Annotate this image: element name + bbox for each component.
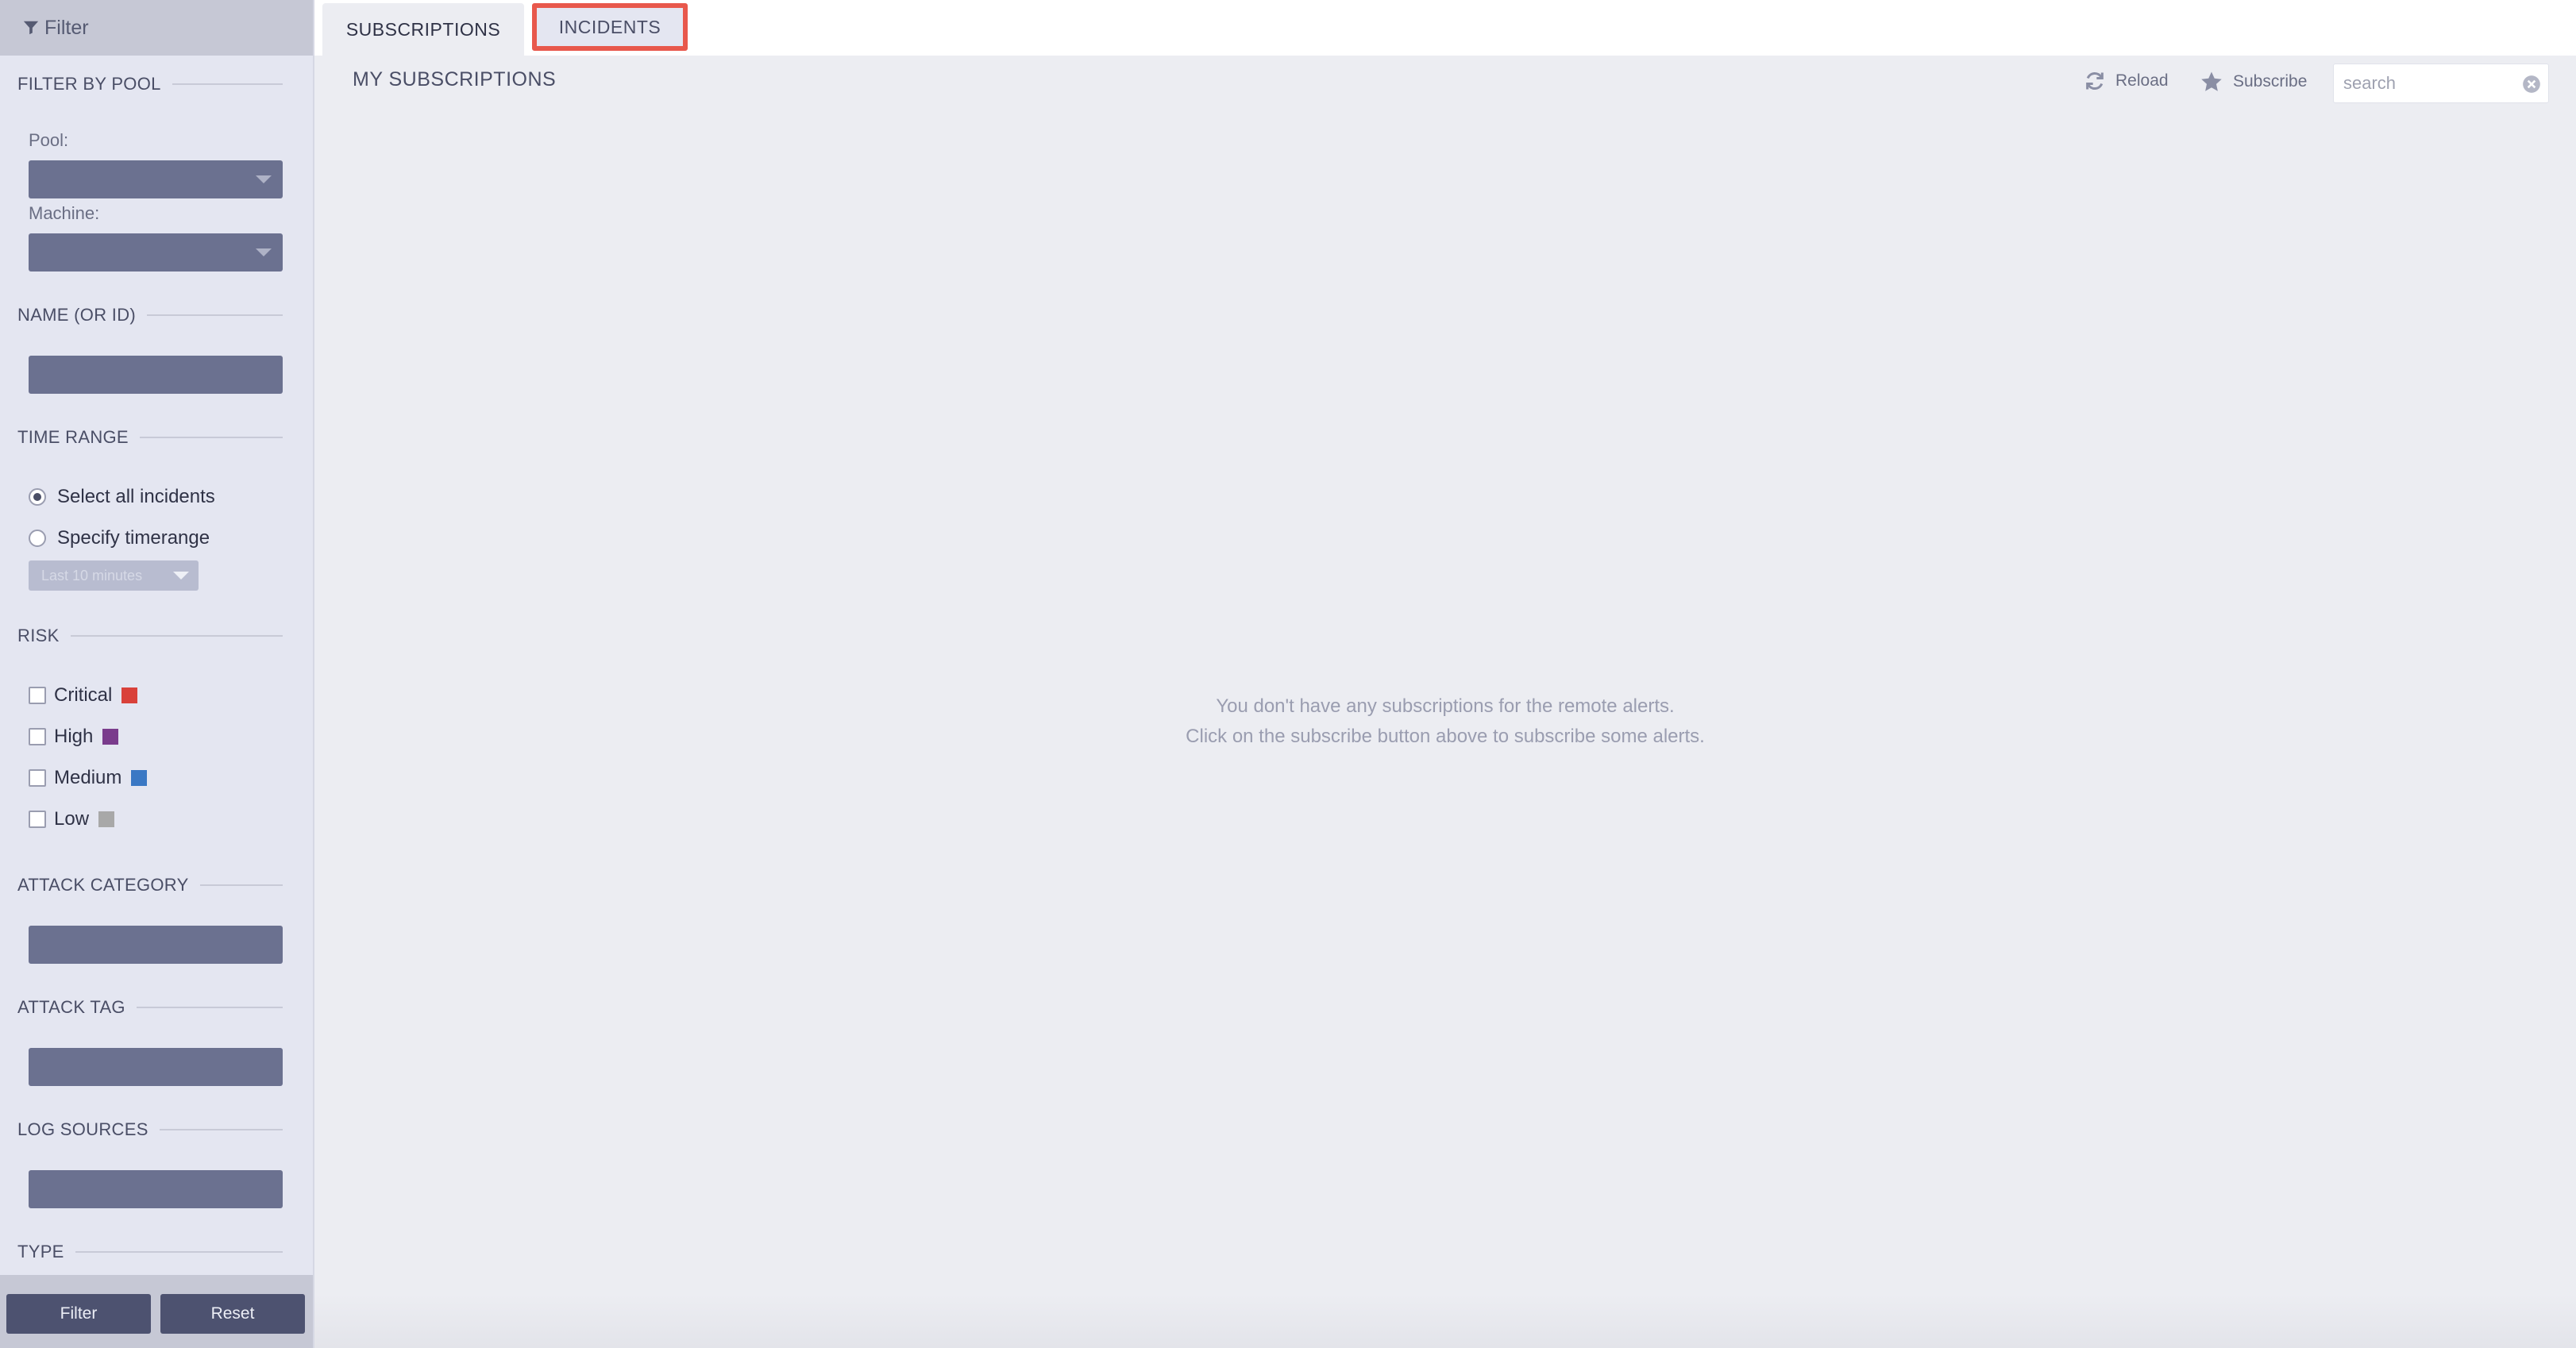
section-title-type: TYPE bbox=[17, 1242, 283, 1262]
search-field[interactable] bbox=[2333, 64, 2549, 103]
pool-label: Pool: bbox=[29, 130, 69, 150]
checkbox[interactable] bbox=[29, 728, 46, 745]
radio-button[interactable] bbox=[29, 488, 46, 506]
search-input[interactable] bbox=[2334, 64, 2504, 102]
pool-select[interactable] bbox=[29, 160, 283, 198]
section-title-log-sources: LOG SOURCES bbox=[17, 1119, 283, 1140]
machine-select[interactable] bbox=[29, 233, 283, 272]
timerange-select[interactable]: Last 10 minutes bbox=[29, 560, 199, 591]
risk-color-swatch bbox=[98, 811, 115, 827]
risk-color-swatch bbox=[121, 687, 138, 703]
checkbox[interactable] bbox=[29, 811, 46, 828]
reset-button[interactable]: Reset bbox=[160, 1294, 305, 1334]
chevron-down-icon bbox=[256, 175, 272, 183]
section-title-pool: FILTER BY POOL bbox=[17, 74, 283, 94]
risk-medium[interactable]: Medium bbox=[29, 767, 148, 789]
page-title: MY SUBSCRIPTIONS bbox=[353, 68, 557, 91]
checkbox[interactable] bbox=[29, 687, 46, 704]
tab-subscriptions[interactable]: SUBSCRIPTIONS bbox=[322, 3, 524, 56]
chevron-down-icon bbox=[173, 572, 189, 580]
machine-label: Machine: bbox=[29, 203, 100, 223]
section-title-attack-tag: ATTACK TAG bbox=[17, 997, 283, 1018]
reload-icon bbox=[2086, 71, 2104, 91]
risk-low[interactable]: Low bbox=[29, 808, 115, 830]
section-title-risk: RISK bbox=[17, 626, 283, 646]
reload-button[interactable]: Reload bbox=[2084, 70, 2169, 92]
chevron-down-icon bbox=[256, 248, 272, 256]
risk-color-swatch bbox=[102, 729, 119, 745]
radio-specify-timerange[interactable]: Specify timerange bbox=[29, 527, 210, 549]
filter-header[interactable]: Filter bbox=[0, 0, 313, 56]
section-title-name: NAME (OR ID) bbox=[17, 305, 283, 325]
name-input[interactable] bbox=[29, 356, 283, 394]
empty-message-line-2: Click on the subscribe button above to s… bbox=[1186, 726, 1705, 747]
funnel-icon bbox=[23, 21, 39, 35]
radio-select-all[interactable]: Select all incidents bbox=[29, 486, 215, 508]
star-icon bbox=[2201, 71, 2222, 91]
attack-tag-input[interactable] bbox=[29, 1048, 283, 1086]
risk-high[interactable]: High bbox=[29, 726, 119, 748]
subscribe-button[interactable]: Subscribe bbox=[2200, 70, 2307, 94]
tab-incidents[interactable]: INCIDENTS bbox=[532, 3, 688, 51]
risk-color-swatch bbox=[131, 770, 148, 786]
clear-icon[interactable] bbox=[2521, 74, 2542, 94]
filter-header-label: Filter bbox=[44, 16, 89, 39]
radio-button[interactable] bbox=[29, 530, 46, 547]
attack-category-input[interactable] bbox=[29, 926, 283, 964]
risk-critical[interactable]: Critical bbox=[29, 684, 138, 707]
empty-message-line-1: You don't have any subscriptions for the… bbox=[1216, 695, 1675, 717]
bottom-shadow bbox=[314, 1294, 2576, 1348]
section-title-attack-category: ATTACK CATEGORY bbox=[17, 875, 283, 895]
filter-sidebar: Filter FILTER BY POOL Pool: Machine: NAM… bbox=[0, 0, 314, 1348]
section-title-time-range: TIME RANGE bbox=[17, 427, 283, 448]
log-sources-input[interactable] bbox=[29, 1170, 283, 1208]
checkbox[interactable] bbox=[29, 769, 46, 787]
filter-button[interactable]: Filter bbox=[6, 1294, 151, 1334]
